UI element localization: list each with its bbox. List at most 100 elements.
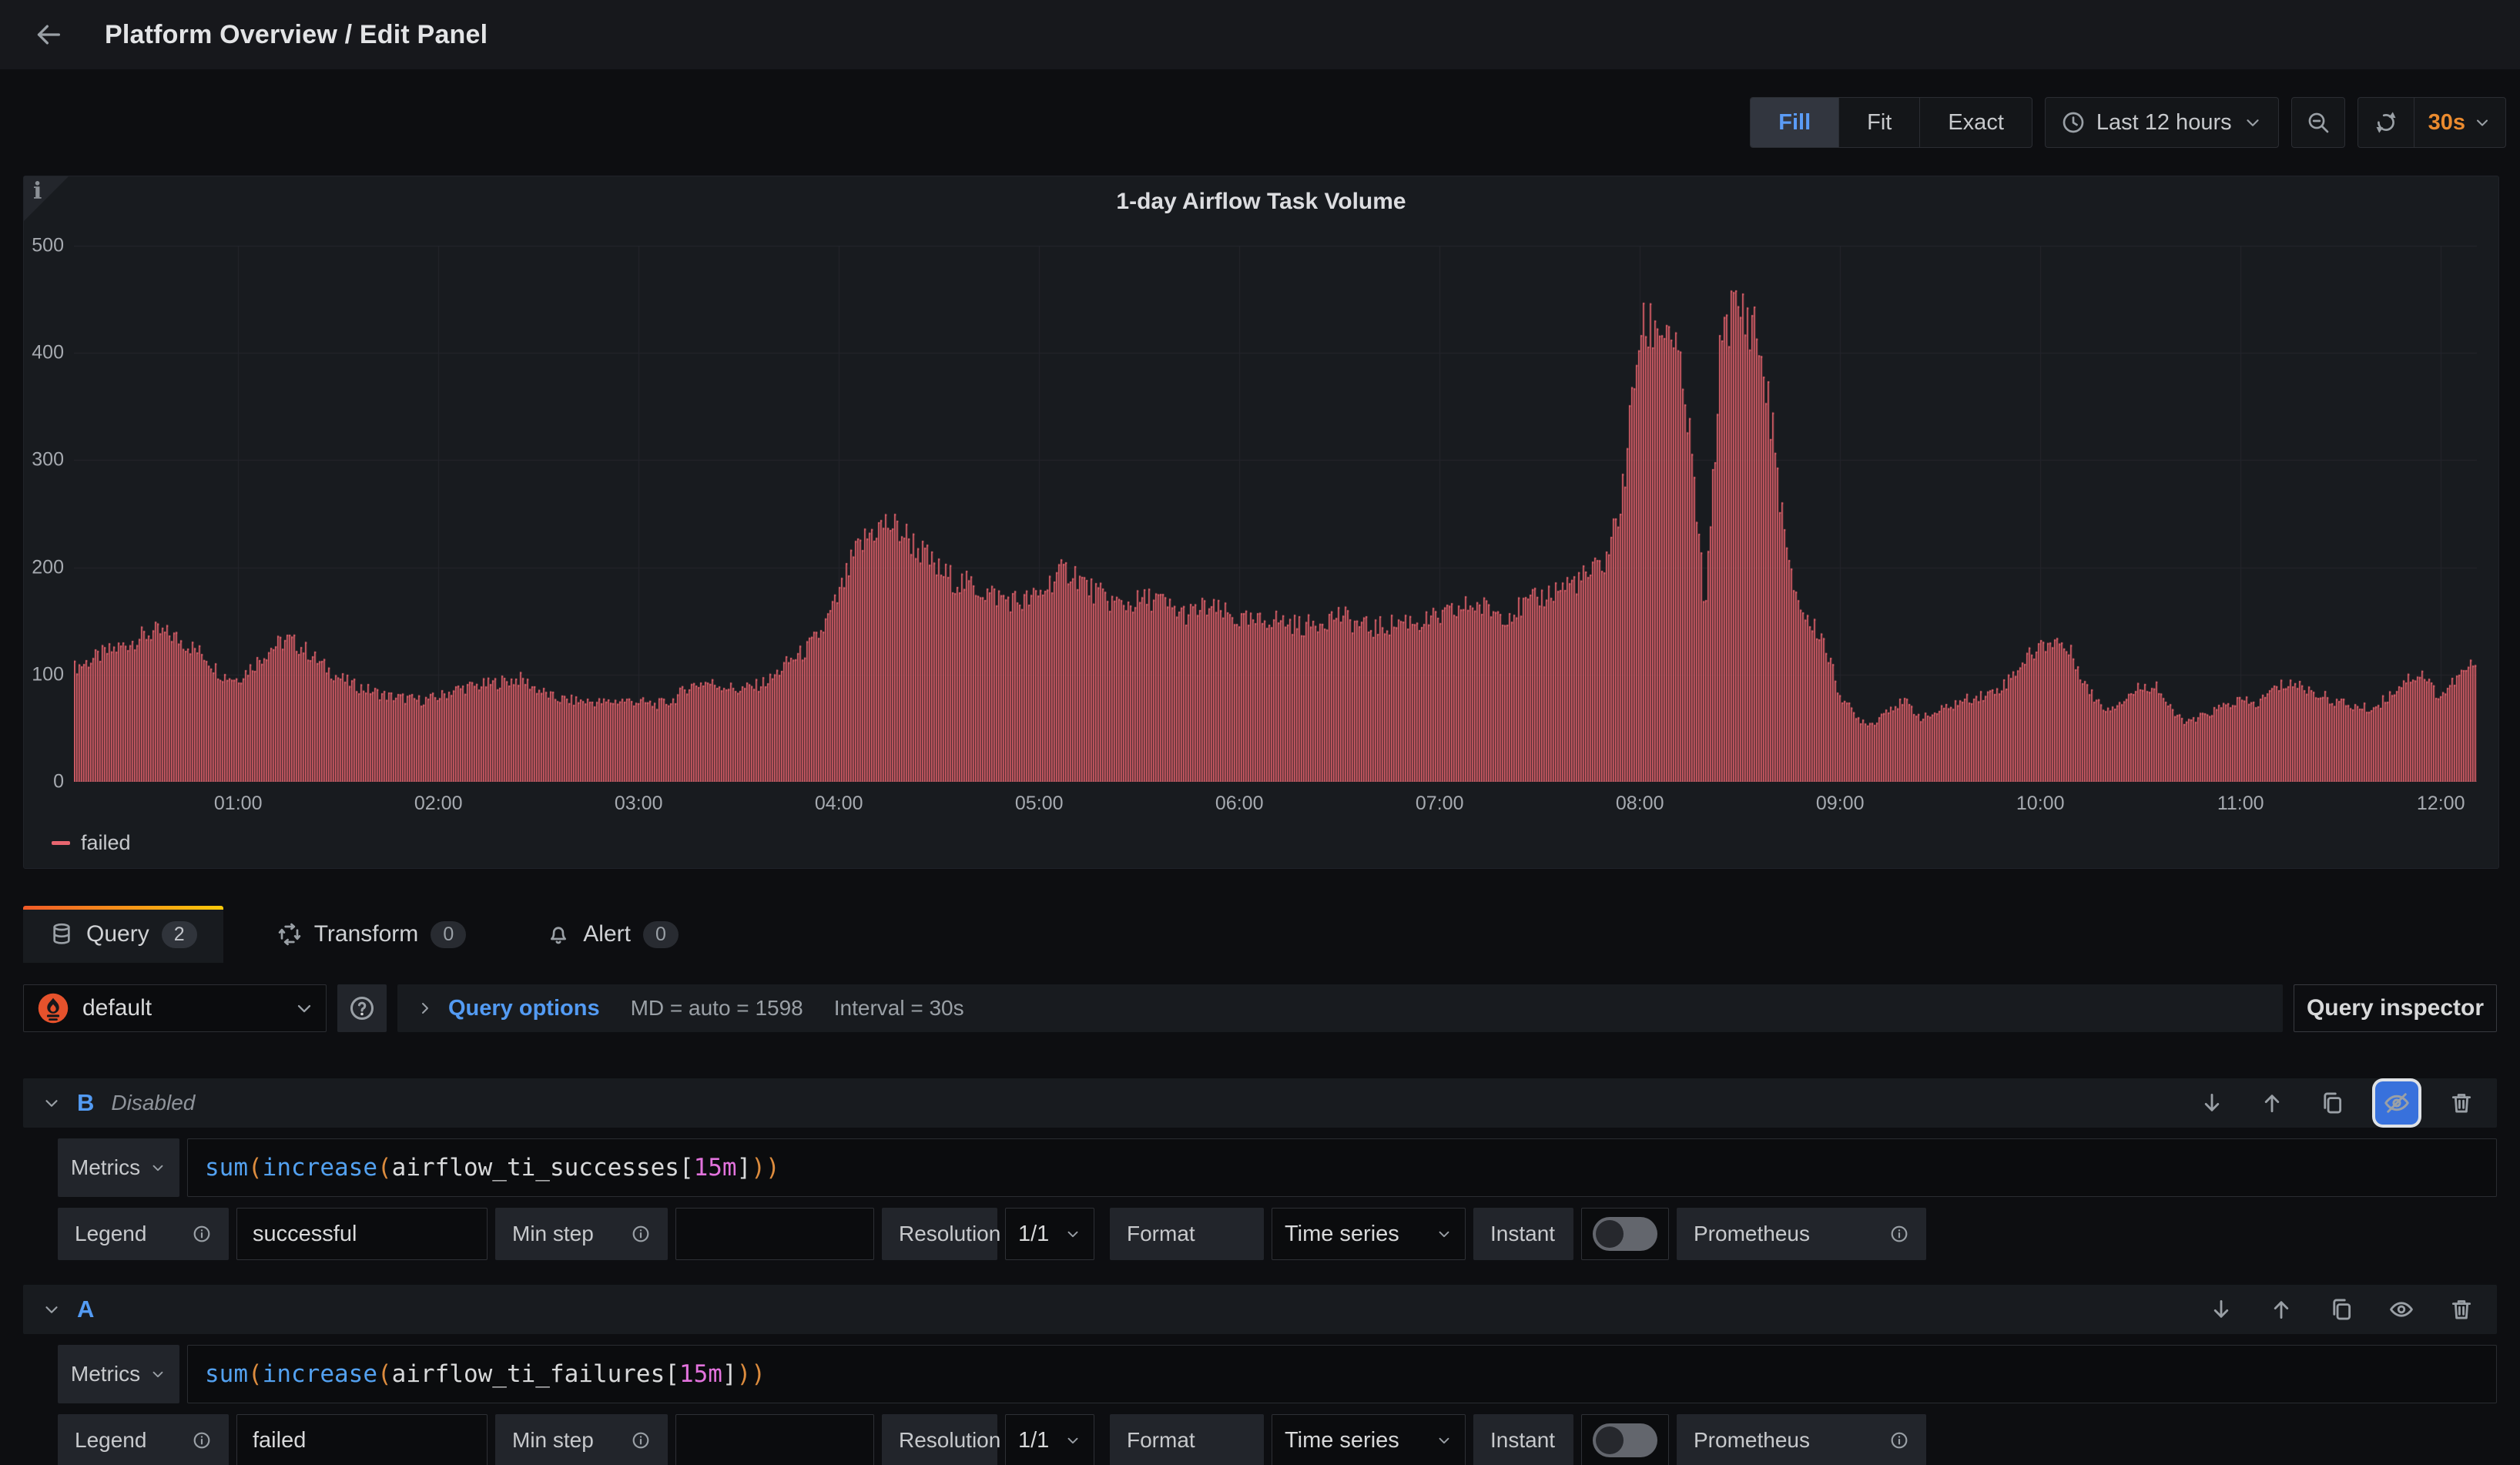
- chevron-down-icon: [1064, 1225, 1081, 1242]
- resolution-select[interactable]: 1/1: [1005, 1414, 1094, 1465]
- min-step-input[interactable]: [675, 1208, 874, 1260]
- chevron-down-icon: [149, 1366, 166, 1383]
- chevron-down-icon: [293, 997, 315, 1019]
- min-step-label-box: Min step: [495, 1414, 668, 1465]
- panel-title: 1-day Airflow Task Volume: [24, 189, 2498, 215]
- query-b-state: Disabled: [111, 1091, 195, 1115]
- exact-button[interactable]: Exact: [1920, 98, 2032, 147]
- move-query-down-button[interactable]: [2204, 1292, 2238, 1326]
- min-step-label: Min step: [512, 1222, 594, 1246]
- legend-label: Legend: [75, 1222, 146, 1246]
- tab-transform-label: Transform: [314, 921, 419, 947]
- info-icon: [631, 1430, 651, 1450]
- promql-editor[interactable]: sum(increase(airflow_ti_failures[15m])): [187, 1345, 2497, 1403]
- info-icon: [192, 1430, 212, 1450]
- query-options-bar[interactable]: Query options MD = auto = 1598 Interval …: [397, 984, 2283, 1032]
- tab-alert[interactable]: Alert 0: [520, 906, 705, 963]
- metrics-label: Metrics: [71, 1362, 140, 1386]
- tab-transform-count-badge: 0: [431, 921, 466, 948]
- metrics-label: Metrics: [71, 1155, 140, 1180]
- resolution-select[interactable]: 1/1: [1005, 1208, 1094, 1260]
- min-step-label: Min step: [512, 1428, 594, 1453]
- interval-text: Interval = 30s: [834, 996, 964, 1021]
- instant-toggle[interactable]: [1581, 1414, 1669, 1465]
- format-select[interactable]: Time series: [1272, 1208, 1466, 1260]
- chart-canvas: [74, 246, 2477, 782]
- refresh-interval-dropdown[interactable]: 30s: [2414, 98, 2505, 147]
- query-a-actions: [2204, 1292, 2478, 1326]
- delete-query-button[interactable]: [2445, 1292, 2478, 1326]
- query-b-ref: B: [77, 1089, 94, 1117]
- time-range-picker[interactable]: Last 12 hours: [2045, 97, 2279, 148]
- refresh-button[interactable]: [2358, 98, 2414, 147]
- move-query-up-button[interactable]: [2255, 1086, 2289, 1120]
- metrics-dropdown[interactable]: Metrics: [58, 1345, 179, 1403]
- x-axis-labels: 01:0002:0003:0004:0005:0006:0007:0008:00…: [74, 793, 2477, 820]
- legend-item-failed[interactable]: failed: [52, 831, 131, 855]
- toggle-knob: [1596, 1220, 1624, 1248]
- resolution-value: 1/1: [1018, 1222, 1049, 1247]
- move-query-down-button[interactable]: [2195, 1086, 2229, 1120]
- panel-toolbar: Fill Fit Exact Last 12 hours 30s: [0, 88, 2520, 157]
- refresh-group: 30s: [2357, 97, 2506, 148]
- fill-button[interactable]: Fill: [1751, 98, 1839, 147]
- datasource-help-button[interactable]: [337, 984, 387, 1032]
- max-data-points-text: MD = auto = 1598: [631, 996, 803, 1021]
- query-options-label: Query options: [448, 996, 600, 1021]
- tab-alert-label: Alert: [583, 921, 631, 947]
- toggle-query-visibility-button[interactable]: [2375, 1081, 2418, 1125]
- chevron-right-icon: [416, 999, 434, 1017]
- min-step-label-box: Min step: [495, 1208, 668, 1260]
- back-arrow-icon[interactable]: [31, 17, 66, 52]
- duplicate-query-button[interactable]: [2324, 1292, 2358, 1326]
- legend-input[interactable]: [236, 1208, 488, 1260]
- bell-icon: [546, 922, 571, 947]
- resolution-label-box: Resolution: [882, 1414, 997, 1465]
- chevron-down-icon: [149, 1159, 166, 1176]
- instant-label-box: Instant: [1473, 1414, 1573, 1465]
- legend-label-box: Legend: [58, 1208, 229, 1260]
- x-tick-label: 10:00: [2016, 793, 2065, 815]
- info-icon: [192, 1224, 212, 1244]
- legend-label-box: Legend: [58, 1414, 229, 1465]
- instant-label-box: Instant: [1473, 1208, 1573, 1260]
- metrics-dropdown[interactable]: Metrics: [58, 1138, 179, 1197]
- datasource-select[interactable]: default: [23, 984, 327, 1032]
- chevron-down-icon: [1436, 1225, 1453, 1242]
- min-step-input[interactable]: [675, 1414, 874, 1465]
- tab-query[interactable]: Query 2: [23, 906, 223, 963]
- query-datasource-box: Prometheus: [1677, 1208, 1926, 1260]
- collapse-chevron-icon[interactable]: [42, 1093, 62, 1113]
- query-a-ref: A: [77, 1296, 94, 1323]
- tab-transform[interactable]: Transform 0: [251, 906, 493, 963]
- chevron-down-icon: [1436, 1432, 1453, 1449]
- resolution-label-box: Resolution: [882, 1208, 997, 1260]
- chevron-down-icon: [2243, 112, 2263, 132]
- duplicate-query-button[interactable]: [2315, 1086, 2349, 1120]
- legend-input[interactable]: [236, 1414, 488, 1465]
- zoom-out-icon: [2306, 110, 2331, 135]
- instant-label: Instant: [1490, 1428, 1555, 1453]
- format-label-box: Format: [1110, 1414, 1264, 1465]
- delete-query-button[interactable]: [2445, 1086, 2478, 1120]
- legend-series-label: failed: [81, 831, 131, 855]
- instant-toggle[interactable]: [1581, 1208, 1669, 1260]
- move-query-up-button[interactable]: [2264, 1292, 2298, 1326]
- fit-button[interactable]: Fit: [1839, 98, 1920, 147]
- toggle-query-visibility-button[interactable]: [2384, 1292, 2418, 1326]
- toggle-knob: [1596, 1426, 1624, 1454]
- chevron-down-icon: [2473, 113, 2492, 132]
- y-tick-label: 500: [24, 235, 64, 257]
- collapse-chevron-icon[interactable]: [42, 1299, 62, 1319]
- y-tick-label: 0: [24, 771, 64, 793]
- y-axis-labels: 0100200300400500: [24, 246, 64, 782]
- query-inspector-button[interactable]: Query inspector: [2294, 984, 2497, 1032]
- info-icon: [631, 1224, 651, 1244]
- chart-plot-area[interactable]: [74, 246, 2477, 782]
- format-select[interactable]: Time series: [1272, 1414, 1466, 1465]
- x-tick-label: 11:00: [2217, 793, 2264, 815]
- y-tick-label: 400: [24, 342, 64, 364]
- promql-editor[interactable]: sum(increase(airflow_ti_successes[15m])): [187, 1138, 2497, 1197]
- query-b-options-row: Legend Min step Resolution 1/1 Format Ti…: [58, 1208, 2497, 1260]
- zoom-out-button[interactable]: [2291, 97, 2345, 148]
